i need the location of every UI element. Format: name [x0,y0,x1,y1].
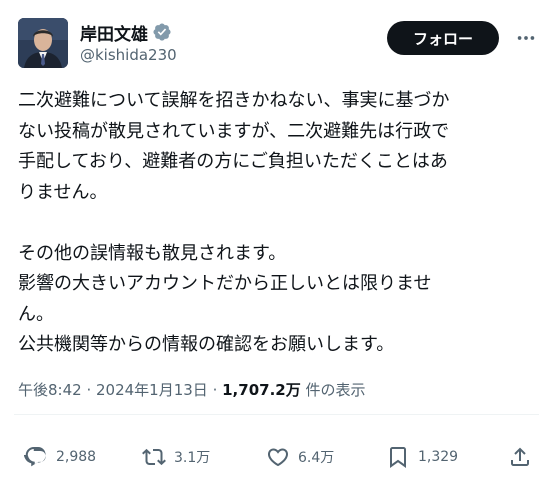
reply-count: 2,988 [56,449,97,465]
author-handle[interactable]: @kishida230 [80,46,177,64]
views-label: 件の表示 [300,381,366,399]
bookmark-button[interactable]: 1,329 [386,440,458,474]
reply-icon [24,445,48,469]
more-icon[interactable] [515,27,537,49]
action-bar: 2,988 3.1万 6.4万 1,329 [0,440,553,474]
author-name[interactable]: 岸田文雄 [80,20,148,45]
repost-count: 3.1万 [174,450,211,466]
post-body-line: 手配しており、避難者の方にご負担いただくことはあ [18,151,448,172]
repost-icon [142,445,166,469]
post-body-line: 二次避難について誤解を招きかねない、事実に基づか [18,90,450,111]
post-header: 岸田文雄 @kishida230 フォロー [18,18,539,70]
post-body-line: りません。 [18,181,108,203]
divider [14,414,539,415]
author-info: 岸田文雄 @kishida230 [80,21,177,64]
bookmark-icon [386,445,410,469]
verified-badge-icon [152,22,172,42]
views-count: 1,707.2万 [222,381,301,399]
post-meta: 午後8:42 · 2024年1月13日 · 1,707.2万 件の表示 [18,379,366,400]
post-time[interactable]: 午後8:42 [18,381,82,399]
like-button[interactable]: 6.4万 [266,440,334,474]
post-body-line: 影響の大きいアカウントだから正しいとは限りませ [18,273,432,294]
post-body-line: ん。 [18,303,54,325]
like-icon [266,445,290,469]
like-count: 6.4万 [298,450,335,466]
reply-button[interactable]: 2,988 [24,440,96,474]
follow-button[interactable]: フォロー [387,21,499,55]
meta-separator: · [207,381,223,399]
share-button[interactable] [508,440,532,474]
post-date[interactable]: 2024年1月13日 [96,381,208,399]
avatar[interactable] [18,18,68,68]
repost-button[interactable]: 3.1万 [142,440,210,474]
post-body-blank-line [18,208,538,239]
share-icon [508,445,532,469]
post-card: 岸田文雄 @kishida230 フォロー 二次避難について誤解を招きかねない、… [0,0,553,496]
post-body-line: ない投稿が散見されていますが、二次避難先は行政で [18,120,450,142]
post-body: 二次避難について誤解を招きかねない、事実に基づか ない投稿が散見されていますが、… [18,86,538,361]
meta-separator: · [81,381,96,399]
post-body-line: その他の誤情報も散見されます。 [18,242,287,264]
post-body-line: 公共機関等からの情報の確認をお願いします。 [18,334,395,355]
bookmark-count: 1,329 [418,449,459,465]
